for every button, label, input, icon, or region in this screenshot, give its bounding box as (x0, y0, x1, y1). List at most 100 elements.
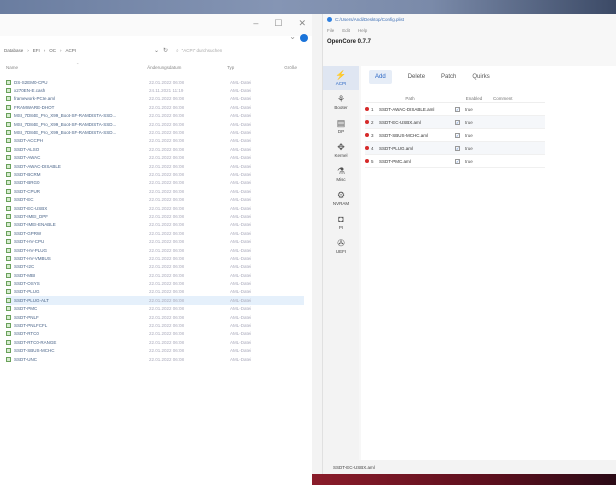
file-row[interactable]: framework-PCIe.aml 22.01.2022 06:08 AML-Da… (6, 95, 304, 103)
path-cell[interactable]: SSDT-SBUS-MCHC.aml (379, 133, 455, 138)
sidebar-item-nvram[interactable]: ⚙ NVRAM (323, 186, 359, 210)
file-name-cell[interactable]: framework-PCIe.aml (6, 96, 149, 102)
file-name-cell[interactable]: MSI_7D84E_Pro_X99_Boot-SF-RAMDISTA-SSD..… (6, 130, 149, 136)
breadcrumb-item[interactable]: EFI (33, 48, 40, 53)
file-row[interactable]: SSDT-HV-VMBUS 22.01.2022 06:08 AML-Datei (6, 254, 304, 262)
file-row[interactable]: SSDT-BRG0 22.01.2022 06:08 AML-Datei (6, 179, 304, 187)
enabled-checkbox[interactable]: ✓ (455, 145, 460, 151)
file-row[interactable]: FRAMWARE-DHOT 22.01.2022 06:08 AML-Datei (6, 103, 304, 111)
file-name-cell[interactable]: SSDT-HV-VMBUS (6, 255, 149, 261)
file-name-cell[interactable]: SSDT-IMEI_DPF (6, 213, 149, 219)
file-name-cell[interactable]: SSDT-EC (6, 197, 149, 203)
breadcrumb-item[interactable]: ACPI (66, 48, 77, 53)
file-name-cell[interactable]: DS-S2EM0-CPU (6, 79, 149, 85)
sidebar-item-acpi[interactable]: ⚡ ACPI (323, 66, 359, 90)
file-row[interactable]: SSDT-ALSO 22.01.2022 06:08 AML-Datei (6, 145, 304, 153)
file-name-cell[interactable]: SSDT-AWAC (6, 155, 149, 161)
column-header-type[interactable]: Typ (227, 65, 284, 73)
file-name-cell[interactable]: SSDT-PLUG-ALT (6, 297, 149, 303)
file-name-cell[interactable]: SSDT-EC-USBX (6, 205, 149, 211)
file-name-cell[interactable]: SSDT-I2C (6, 264, 149, 270)
file-name-cell[interactable]: MSI_7D84E_Pro_X99_Boot-SF-RAMDISTA-SSD..… (6, 121, 149, 127)
file-name-cell[interactable]: SSDT-PMC (6, 306, 149, 312)
path-cell[interactable]: SSDT-EC-USBX.aml (379, 120, 455, 125)
file-name-cell[interactable]: SSDT-PNLF (6, 314, 149, 320)
file-row[interactable]: SSDT-HV-PLUG 22.01.2022 06:08 AML-Datei (6, 246, 304, 254)
address-dropdown-icon[interactable]: ⌄ (154, 47, 159, 54)
file-name-cell[interactable]: SSDT-ACCPH (6, 138, 149, 144)
file-row[interactable]: SSDT-HV-CPU 22.01.2022 06:08 AML-Datei (6, 237, 304, 245)
file-row[interactable]: MSI_7D84E_Pro_X99_Boot-SF-RAMDISTA-SSD..… (6, 112, 304, 120)
file-row[interactable]: SSDT-CPUR 22.01.2022 06:08 AML-Datei (6, 187, 304, 195)
table-row[interactable]: 5 SSDT-PMC.aml ✓ true (365, 155, 545, 168)
file-row[interactable]: SSDT-ACCPH 22.01.2022 06:08 AML-Datei (6, 137, 304, 145)
tab-patch[interactable]: Patch (441, 74, 456, 80)
refresh-icon[interactable]: ↻ (163, 47, 168, 54)
breadcrumb-item[interactable]: OC (49, 48, 56, 53)
file-row[interactable]: SSDT-PNLFCFL 22.01.2022 06:08 AML-Datei (6, 321, 304, 329)
sidebar-item-misc[interactable]: ⚗ Misc (323, 162, 359, 186)
file-name-cell[interactable]: SSDT-PLUG (6, 289, 149, 295)
sidebar-item-dp[interactable]: ▤ DP (323, 114, 359, 138)
sidebar-item-kernel[interactable]: ✥ Kernel (323, 138, 359, 162)
table-row[interactable]: 3 SSDT-SBUS-MCHC.aml ✓ true (365, 129, 545, 142)
file-row[interactable]: SSDT-RTC0-RANGE 22.01.2022 06:08 AML-Datei (6, 338, 304, 346)
breadcrumb-item[interactable]: Database (4, 48, 23, 53)
file-row[interactable]: SSDT-OSYS 22.01.2022 06:08 AML-Datei (6, 279, 304, 287)
file-row[interactable]: SSDT-UNC 22.01.2022 06:08 AML-Datei (6, 355, 304, 363)
file-name-cell[interactable]: SSDT-AWAC-DISABLE (6, 163, 149, 169)
file-name-cell[interactable]: SSDT-MBI (6, 272, 149, 278)
file-name-cell[interactable]: SSDT-IMEI-ENABLE (6, 222, 149, 228)
file-row[interactable]: SSDT-AWAC 22.01.2022 06:08 AML-Datei (6, 154, 304, 162)
file-row[interactable]: SSDT-IMEI-ENABLE 22.01.2022 06:08 AML-Date… (6, 221, 304, 229)
file-name-cell[interactable]: SSDT-GPRW (6, 230, 149, 236)
file-row[interactable]: MSI_7D84E_Pro_X99_Boot-SF-RAMDISTA-SSD..… (6, 128, 304, 136)
sidebar-item-pi[interactable]: ◘ PI (323, 210, 359, 234)
file-row[interactable]: SSDT-EC-USBX 22.01.2022 06:08 AML-Datei (6, 204, 304, 212)
enabled-checkbox[interactable]: ✓ (455, 119, 460, 125)
file-row[interactable]: SSDT-AWAC-DISABLE 22.01.2022 06:08 AML-Dat… (6, 162, 304, 170)
file-row[interactable]: SSDT-BCRM 22.01.2022 06:08 AML-Datei (6, 170, 304, 178)
file-row[interactable]: SSDT-SBUS-MCHC 22.01.2022 06:08 AML-Datei (6, 347, 304, 355)
path-cell[interactable]: SSDT-AWAC-DISABLE.aml (379, 107, 455, 112)
menu-help[interactable]: Help (358, 28, 367, 33)
file-name-cell[interactable]: SSDT-RTC0 (6, 331, 149, 337)
file-row[interactable]: SSDT-RTC0 22.01.2022 06:08 AML-Datei (6, 330, 304, 338)
file-name-cell[interactable]: SSDT-BRG0 (6, 180, 149, 186)
column-header-size[interactable]: Größe (284, 65, 304, 73)
chevron-down-icon[interactable]: ⌄ (289, 32, 296, 41)
file-row[interactable]: SSDT-GPRW 22.01.2022 06:08 AML-Datei (6, 229, 304, 237)
file-name-cell[interactable]: MSI_7D84E_Pro_X99_Boot-SF-RAMDISTA-SSD..… (6, 113, 149, 119)
table-row[interactable]: 1 SSDT-AWAC-DISABLE.aml ✓ true (365, 103, 545, 116)
path-cell[interactable]: SSDT-PMC.aml (379, 159, 455, 164)
enabled-checkbox[interactable]: ✓ (455, 106, 460, 112)
menu-file[interactable]: File (327, 28, 334, 33)
column-header-name[interactable]: Name ⌃ (6, 62, 147, 73)
file-name-cell[interactable]: SSDT-HV-PLUG (6, 247, 149, 253)
file-name-cell[interactable]: x270EN-E.cash (6, 88, 149, 94)
file-row[interactable]: SSDT-IMEI_DPF 22.01.2022 06:08 AML-Datei (6, 212, 304, 220)
file-row[interactable]: DS-S2EM0-CPU 22.01.2022 06:08 AML-Datei (6, 78, 304, 86)
minimize-button[interactable]: – (253, 18, 258, 29)
tab-add[interactable]: Add (369, 70, 392, 84)
file-name-cell[interactable]: FRAMWARE-DHOT (6, 104, 149, 110)
close-button[interactable]: ✕ (298, 18, 306, 29)
sidebar-item-booter[interactable]: ⚘ Booter (323, 90, 359, 114)
file-row[interactable]: SSDT-PLUG-ALT 22.01.2022 06:08 AML-Datei (6, 296, 304, 305)
help-icon[interactable] (300, 34, 308, 42)
file-row[interactable]: SSDT-I2C 22.01.2022 06:08 AML-Datei (6, 263, 304, 271)
maximize-button[interactable]: ☐ (274, 18, 282, 29)
file-row[interactable]: x270EN-E.cash 24.11.2021 11:19 AML-Datei (6, 86, 304, 94)
path-cell[interactable]: SSDT-PLUG.aml (379, 146, 455, 151)
file-name-cell[interactable]: SSDT-OSYS (6, 281, 149, 287)
table-row[interactable]: 4 SSDT-PLUG.aml ✓ true (365, 142, 545, 155)
file-name-cell[interactable]: SSDT-RTC0-RANGE (6, 339, 149, 345)
file-row[interactable]: SSDT-EC 22.01.2022 06:08 AML-Datei (6, 195, 304, 203)
file-name-cell[interactable]: SSDT-BCRM (6, 171, 149, 177)
file-row[interactable]: SSDT-PNLF 22.01.2022 06:08 AML-Datei (6, 313, 304, 321)
column-header-date[interactable]: Änderungsdatum (147, 65, 227, 73)
search-input[interactable]: ⌕ "ACPI" durchsuchen (176, 48, 222, 53)
file-name-cell[interactable]: SSDT-PNLFCFL (6, 323, 149, 329)
menu-edit[interactable]: Edit (342, 28, 350, 33)
enabled-checkbox[interactable]: ✓ (455, 158, 460, 164)
